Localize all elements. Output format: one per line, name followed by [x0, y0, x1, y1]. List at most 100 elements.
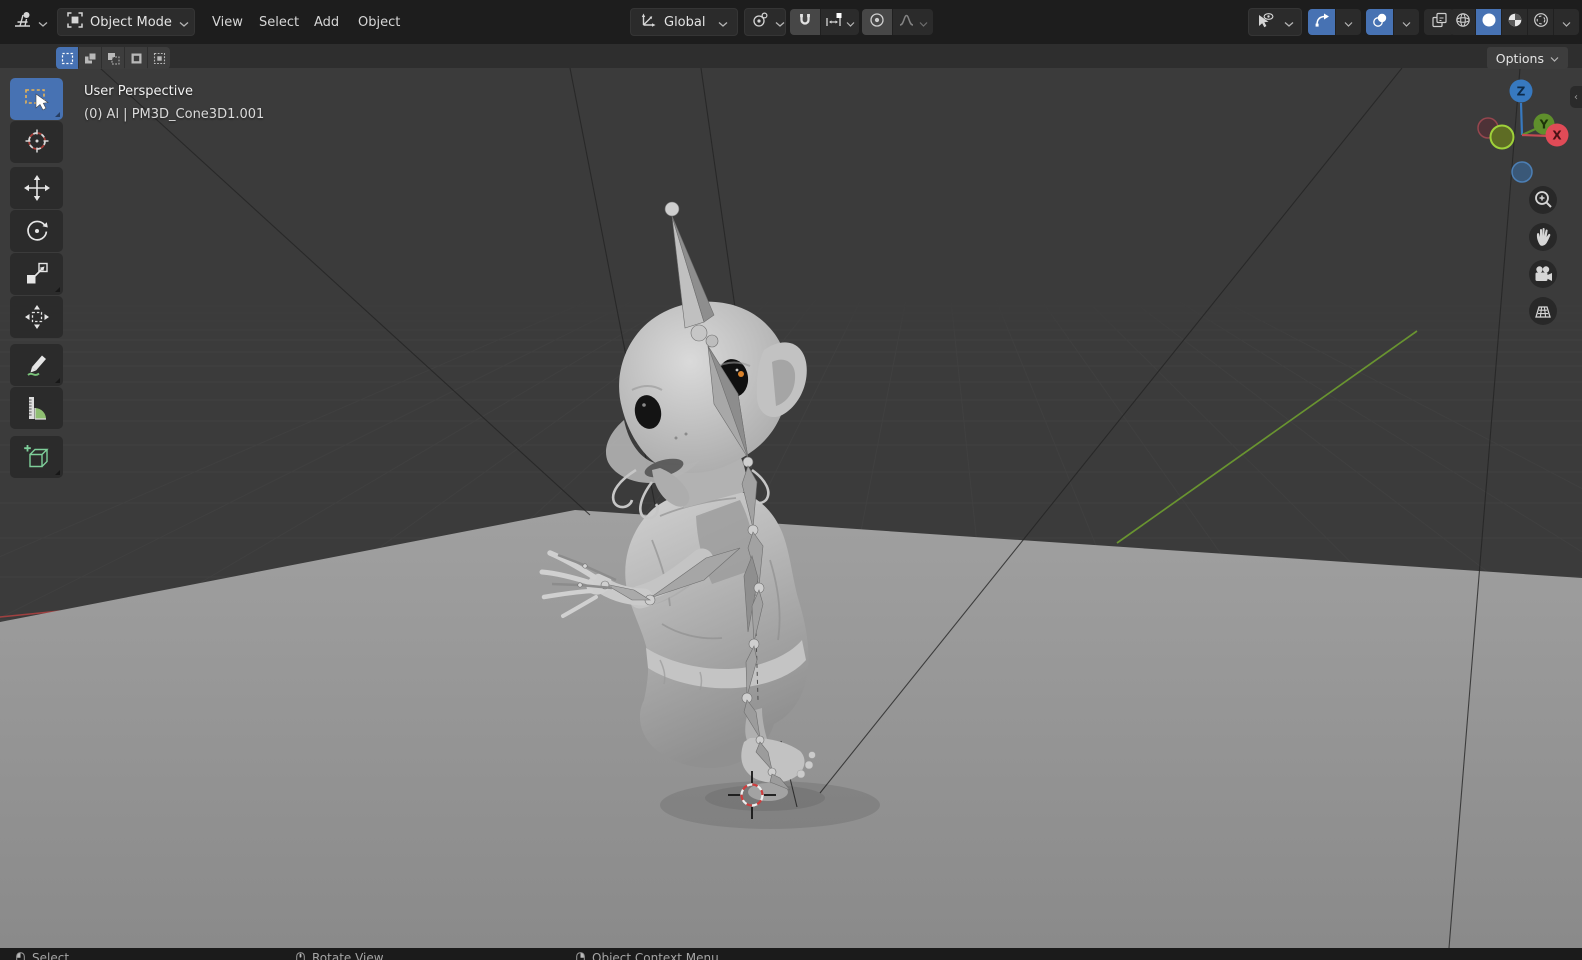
eye-right-orange-dot	[738, 371, 744, 377]
nostril-left	[675, 437, 678, 440]
options-label: Options	[1496, 51, 1544, 66]
mode-dropdown[interactable]: Object Mode	[57, 8, 195, 36]
toe-2	[805, 761, 813, 769]
bone-tip-ball	[665, 202, 679, 216]
x-axis-stem	[1522, 135, 1549, 136]
axis-ball-z[interactable]: Z	[1510, 80, 1533, 103]
shading-material-icon	[1507, 12, 1523, 32]
shading-wireframe-button[interactable]	[1450, 9, 1475, 35]
toe-1	[797, 770, 805, 778]
status-keymap-select: Select	[16, 951, 69, 960]
y-axis-line	[1117, 331, 1417, 543]
pan-hand-icon	[1531, 225, 1555, 249]
sidebar-collapse-tab[interactable]: ‹	[1570, 86, 1582, 108]
shading-solid-button[interactable]	[1475, 9, 1501, 35]
bone-joint	[706, 335, 718, 347]
menu-object[interactable]: Object	[351, 0, 407, 44]
navigation-axis-gizmo[interactable]: Z Y X	[1448, 70, 1582, 190]
pivot-point-dropdown[interactable]	[744, 8, 786, 36]
select-mode-extend[interactable]	[79, 47, 101, 69]
tool-select-box[interactable]	[10, 78, 63, 120]
menu-view[interactable]: View	[205, 0, 250, 44]
show-overlays-toggle[interactable]	[1366, 9, 1393, 35]
bone-joint	[578, 583, 582, 587]
show-object-types-dropdown[interactable]	[1248, 8, 1302, 36]
tool-measure[interactable]	[10, 387, 63, 429]
viewport-overlay-text: User Perspective (0) Al | PM3D_Cone3D1.0…	[84, 80, 264, 126]
pan-button[interactable]	[1529, 223, 1557, 251]
axis-ball-neg-z[interactable]	[1512, 162, 1532, 182]
status-keymap-context-menu: Object Context Menu	[576, 951, 719, 960]
chevron-down-icon	[1562, 13, 1571, 32]
proportional-editing-toggle[interactable]	[862, 9, 892, 35]
proportional-editing-group	[862, 9, 933, 35]
tool-scale[interactable]	[10, 253, 63, 295]
bone-joint	[691, 325, 707, 341]
chevron-down-icon	[179, 13, 189, 32]
eye-left-highlight	[642, 403, 646, 407]
tool-add-cube[interactable]	[10, 436, 63, 478]
shading-material-button[interactable]	[1501, 9, 1527, 35]
snap-settings-dropdown[interactable]	[820, 9, 859, 35]
show-object-types-icon	[1256, 12, 1274, 33]
toggle-orthographic-button[interactable]	[1529, 297, 1557, 325]
select-mode-intersect[interactable]	[148, 47, 170, 69]
shading-rendered-icon	[1533, 12, 1549, 32]
status-bar: Select Rotate View Object Context Menu	[0, 948, 1582, 960]
tool-move[interactable]	[10, 167, 63, 209]
select-mode-set[interactable]	[56, 47, 78, 69]
select-set-icon	[61, 52, 74, 65]
menu-add[interactable]: Add	[307, 0, 346, 44]
select-extend-icon	[84, 52, 97, 65]
viewport-header: Object Mode View Select Add Object Globa…	[0, 0, 1582, 44]
rotate-icon	[23, 217, 51, 245]
select-mode-subtract[interactable]	[102, 47, 124, 69]
mouse-left-icon	[16, 952, 25, 960]
show-gizmo-toggle[interactable]	[1308, 9, 1335, 35]
add-cube-icon	[23, 443, 51, 471]
select-mode-group	[56, 47, 170, 69]
transform-icon	[23, 303, 51, 331]
menu-select[interactable]: Select	[252, 0, 306, 44]
falloff-dropdown[interactable]	[892, 9, 933, 35]
overlays-settings-dropdown[interactable]	[1393, 9, 1419, 35]
gizmo-settings-dropdown[interactable]	[1335, 9, 1361, 35]
axis-ball-neg-y[interactable]	[1491, 126, 1514, 149]
mode-label: Object Mode	[90, 15, 172, 30]
pivot-point-icon	[752, 12, 768, 32]
zoom-button[interactable]	[1529, 186, 1557, 214]
transform-orientation-dropdown[interactable]: Global	[630, 8, 738, 36]
select-mode-invert[interactable]	[125, 47, 147, 69]
shading-settings-dropdown[interactable]	[1553, 9, 1579, 35]
toe-3	[809, 752, 816, 759]
camera-view-button[interactable]	[1529, 260, 1557, 288]
snap-toggle[interactable]	[790, 9, 820, 35]
snap-group	[790, 9, 859, 35]
svg-text:X: X	[1552, 129, 1562, 143]
tool-transform[interactable]	[10, 296, 63, 338]
status-keymap-rotate-view: Rotate View	[296, 951, 384, 960]
proportional-editing-icon	[869, 12, 885, 32]
shading-rendered-button[interactable]	[1527, 9, 1553, 35]
tool-cursor[interactable]	[10, 121, 63, 163]
axis-ball-x[interactable]: X	[1546, 124, 1569, 147]
chevron-down-icon	[775, 13, 785, 32]
move-icon	[23, 174, 51, 202]
orientation-label: Global	[664, 15, 705, 30]
editor-type-dropdown[interactable]	[12, 8, 48, 36]
chevron-left-icon: ‹	[1574, 92, 1578, 103]
chevron-down-icon	[919, 13, 928, 32]
3d-viewport[interactable]: User Perspective (0) Al | PM3D_Cone3D1.0…	[0, 68, 1582, 948]
options-dropdown[interactable]: Options	[1487, 47, 1568, 69]
tool-rotate[interactable]	[10, 210, 63, 252]
chevron-down-icon	[1402, 13, 1411, 32]
show-gizmo-icon	[1314, 12, 1330, 32]
cursor-tool-icon	[23, 128, 51, 156]
overlays-group	[1366, 9, 1419, 35]
view-name-label: User Perspective	[84, 80, 264, 103]
measure-icon	[23, 394, 51, 422]
active-object-label: (0) Al | PM3D_Cone3D1.001	[84, 103, 264, 126]
annotate-icon	[23, 351, 51, 379]
toggle-orthographic-icon	[1531, 299, 1555, 323]
tool-annotate[interactable]	[10, 344, 63, 386]
